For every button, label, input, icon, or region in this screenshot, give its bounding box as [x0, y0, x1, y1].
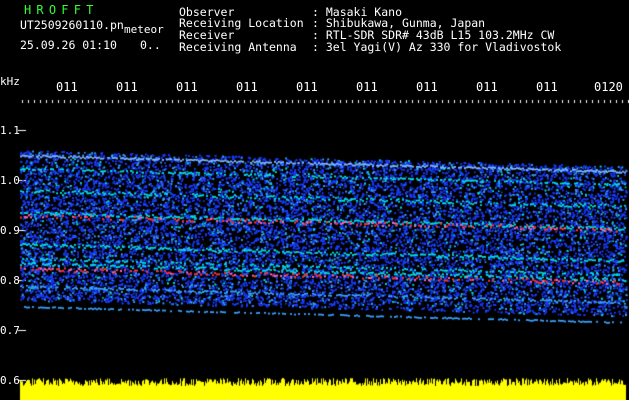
y-unit-label: kHz [0, 75, 20, 88]
counter-label: 0.. [140, 38, 161, 52]
antenna-key: Receiving Antenna [179, 40, 297, 54]
y-tick-label: 1.1 [0, 124, 20, 137]
y-tick-label: 1.0 [0, 174, 20, 187]
time-tick-label: 011 [56, 80, 78, 94]
meteor-label: meteor [124, 23, 164, 36]
time-tick-label: 011 [176, 80, 198, 94]
y-tick-label: 0.8 [0, 274, 20, 287]
y-tick-label: 0.6 [0, 374, 20, 387]
time-tick-label: 011 [536, 80, 558, 94]
time-tick-label: 0120 [594, 80, 623, 94]
datetime-label: 25.09.26 01:10 [20, 38, 117, 52]
antenna-value: : 3el Yagi(V) Az 330 for Vladivostok [312, 40, 562, 54]
time-tick-label: 011 [416, 80, 438, 94]
time-tick-label: 011 [296, 80, 318, 94]
time-tick-label: 011 [236, 80, 258, 94]
time-tick-label: 011 [116, 80, 138, 94]
spectrogram-canvas [0, 0, 629, 400]
time-tick-label: 011 [476, 80, 498, 94]
y-tick-label: 0.9 [0, 224, 20, 237]
time-tick-label: 011 [356, 80, 378, 94]
filename-label: UT2509260110.pn [20, 18, 124, 32]
y-tick-label: 0.7 [0, 324, 20, 337]
hrofft-logo: HROFFT [24, 3, 99, 17]
